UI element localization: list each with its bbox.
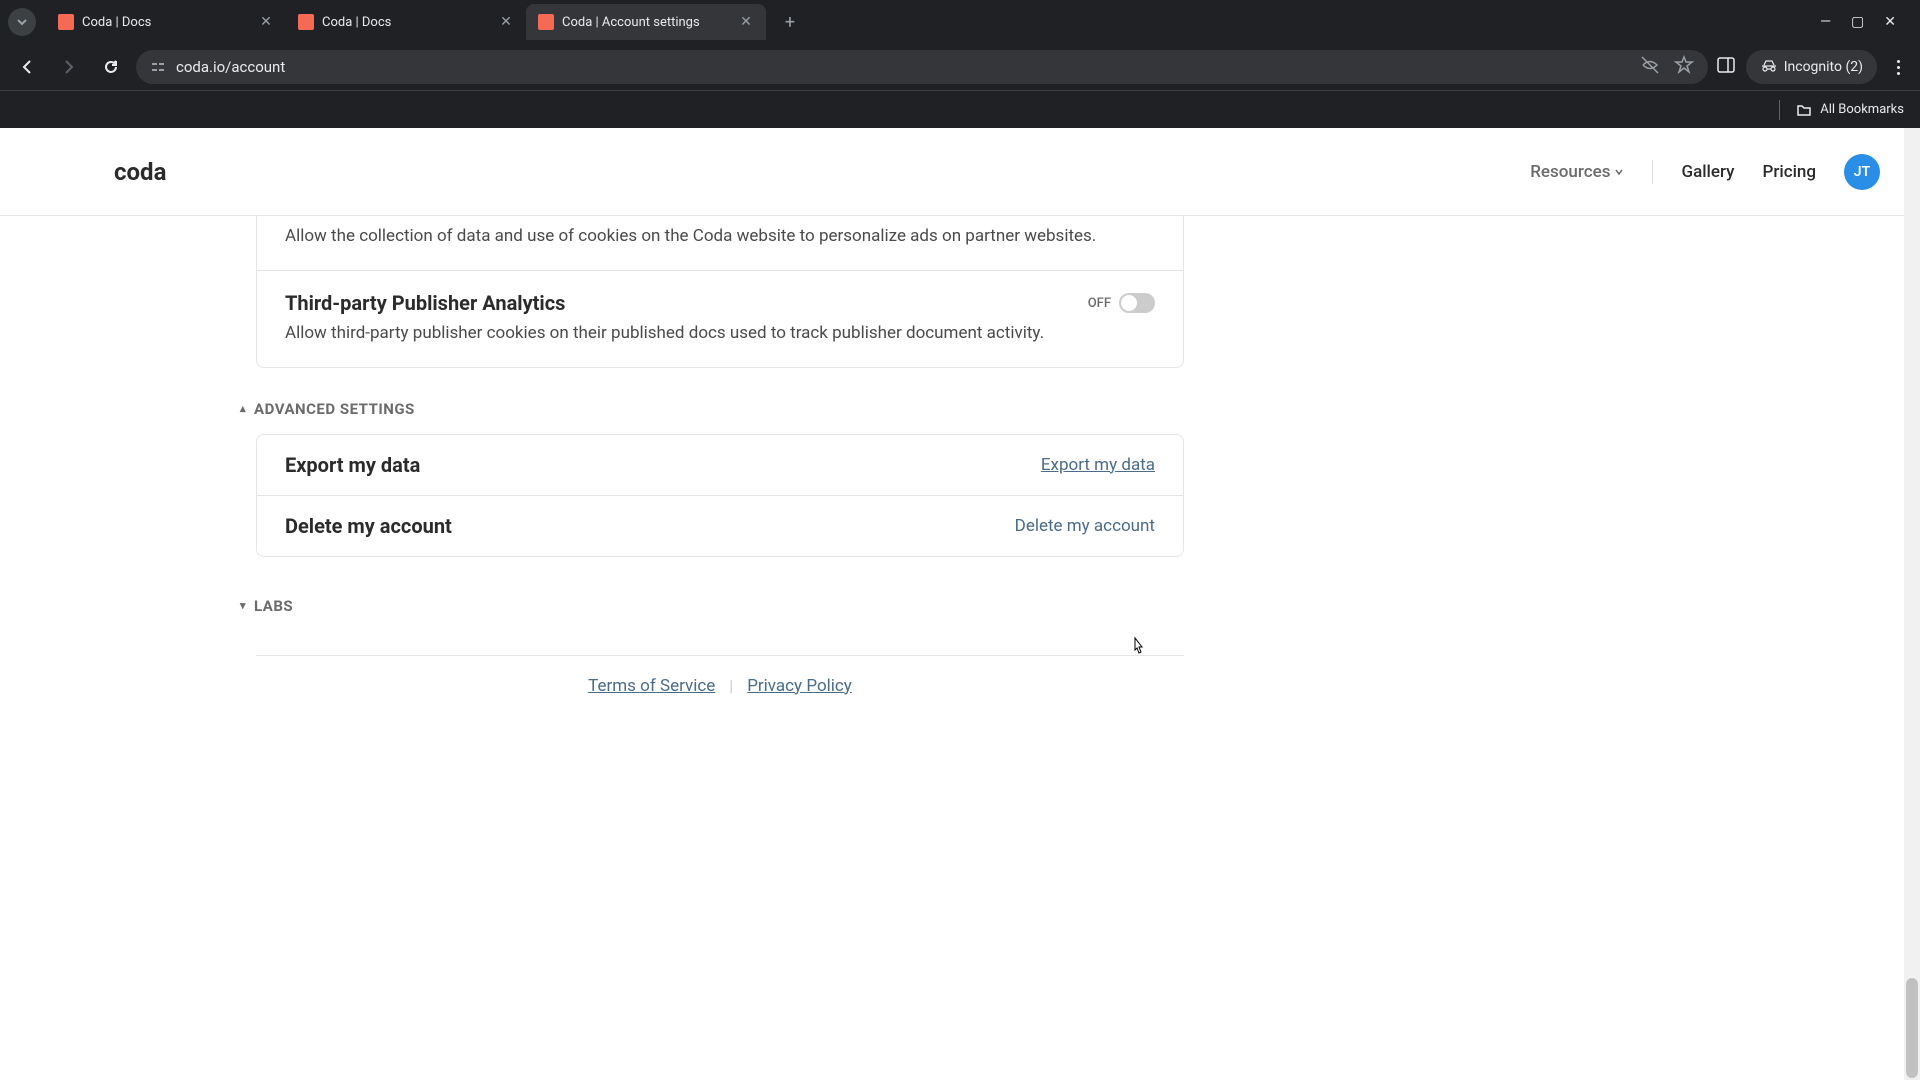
chevron-up-icon: ▴ <box>240 402 246 415</box>
toggle-wrap: OFF <box>1088 293 1155 313</box>
delete-account-row: Delete my account Delete my account <box>257 496 1183 556</box>
bookmarks-bar: All Bookmarks <box>0 90 1920 128</box>
tab-close-button[interactable]: ✕ <box>498 14 514 30</box>
maximize-button[interactable]: ▢ <box>1851 14 1864 30</box>
section-label: LABS <box>254 597 293 615</box>
reload-icon <box>102 58 120 76</box>
setting-item: Third-party Publisher Analytics OFF Allo… <box>257 270 1183 367</box>
setting-description: Allow the collection of data and use of … <box>257 216 1183 270</box>
search-tabs-button[interactable] <box>8 8 36 36</box>
reload-button[interactable] <box>94 50 128 84</box>
window-controls: — ▢ ✕ <box>1820 14 1912 30</box>
browser-tab[interactable]: Coda | Docs ✕ <box>46 4 286 40</box>
address-bar[interactable]: coda.io/account <box>136 50 1708 84</box>
privacy-settings-card: Allow the collection of data and use of … <box>256 216 1184 368</box>
labs-header[interactable]: ▾ LABS <box>240 597 1184 615</box>
nav-gallery[interactable]: Gallery <box>1681 162 1734 182</box>
close-window-button[interactable]: ✕ <box>1884 14 1896 30</box>
chevron-down-icon: ▾ <box>240 599 246 612</box>
coda-logo[interactable]: coda <box>114 158 166 186</box>
bookmark-star-icon[interactable] <box>1674 55 1694 79</box>
all-bookmarks-button[interactable]: All Bookmarks <box>1796 102 1904 118</box>
divider <box>1652 160 1653 184</box>
tab-title: Coda | Docs <box>322 15 490 30</box>
tab-title: Coda | Docs <box>82 15 250 30</box>
nav-pricing[interactable]: Pricing <box>1763 162 1817 182</box>
incognito-badge[interactable]: Incognito (2) <box>1746 50 1877 84</box>
tab-close-button[interactable]: ✕ <box>738 14 754 30</box>
favicon-icon <box>58 14 74 30</box>
site-info-icon[interactable] <box>150 59 166 75</box>
incognito-label: Incognito (2) <box>1784 59 1863 75</box>
address-bar-actions <box>1640 55 1694 79</box>
address-bar-row: coda.io/account Incognito (2) <box>0 44 1920 90</box>
browser-tab[interactable]: Coda | Account settings ✕ <box>526 4 766 40</box>
toggle-state-label: OFF <box>1088 296 1111 311</box>
divider <box>1779 100 1780 120</box>
avatar[interactable]: JT <box>1844 154 1880 190</box>
nav-resources[interactable]: Resources <box>1530 162 1624 182</box>
url-text: coda.io/account <box>176 58 285 76</box>
toolbar-icons: Incognito (2) <box>1716 50 1910 84</box>
third-party-analytics-toggle[interactable] <box>1119 293 1155 313</box>
divider: | <box>729 676 733 695</box>
section-label: ADVANCED SETTINGS <box>254 400 415 418</box>
arrow-left-icon <box>18 58 36 76</box>
scrollbar-track[interactable] <box>1904 128 1920 1080</box>
arrow-right-icon <box>60 58 78 76</box>
folder-icon <box>1796 102 1812 118</box>
browser-menu-button[interactable] <box>1887 60 1910 75</box>
browser-tab[interactable]: Coda | Docs ✕ <box>286 4 526 40</box>
setting-description: Allow third-party publisher cookies on t… <box>285 321 1155 347</box>
terms-of-service-link[interactable]: Terms of Service <box>588 676 715 696</box>
footer-links: Terms of Service | Privacy Policy <box>256 655 1184 716</box>
incognito-icon <box>1760 58 1778 76</box>
scrollbar-thumb[interactable] <box>1906 978 1918 1078</box>
page-header: coda Resources Gallery Pricing JT <box>0 128 1920 216</box>
minimize-button[interactable]: — <box>1820 14 1831 30</box>
tab-bar: Coda | Docs ✕ Coda | Docs ✕ Coda | Accou… <box>0 0 1920 44</box>
settings-container: Allow the collection of data and use of … <box>256 216 1184 716</box>
tab-close-button[interactable]: ✕ <box>258 14 274 30</box>
forward-button[interactable] <box>52 50 86 84</box>
advanced-settings-card: Export my data Export my data Delete my … <box>256 434 1184 557</box>
export-data-link[interactable]: Export my data <box>1041 455 1155 475</box>
browser-chrome: Coda | Docs ✕ Coda | Docs ✕ Coda | Accou… <box>0 0 1920 128</box>
favicon-icon <box>538 14 554 30</box>
delete-account-label: Delete my account <box>285 514 452 538</box>
header-nav: Resources Gallery Pricing JT <box>1530 154 1880 190</box>
setting-title: Third-party Publisher Analytics <box>285 291 565 315</box>
new-tab-button[interactable]: + <box>776 8 804 36</box>
favicon-icon <box>298 14 314 30</box>
tab-title: Coda | Account settings <box>562 15 730 30</box>
export-data-row: Export my data Export my data <box>257 435 1183 496</box>
export-data-label: Export my data <box>285 453 420 477</box>
chevron-down-icon <box>16 16 28 28</box>
chevron-down-icon <box>1614 167 1624 177</box>
side-panel-icon[interactable] <box>1716 55 1736 79</box>
page-content: coda Resources Gallery Pricing JT Allow … <box>0 128 1920 1080</box>
all-bookmarks-label: All Bookmarks <box>1820 102 1904 117</box>
privacy-policy-link[interactable]: Privacy Policy <box>747 676 852 696</box>
delete-account-link[interactable]: Delete my account <box>1015 516 1155 536</box>
back-button[interactable] <box>10 50 44 84</box>
advanced-settings-header[interactable]: ▴ ADVANCED SETTINGS <box>240 400 1184 418</box>
eye-off-icon[interactable] <box>1640 55 1660 79</box>
